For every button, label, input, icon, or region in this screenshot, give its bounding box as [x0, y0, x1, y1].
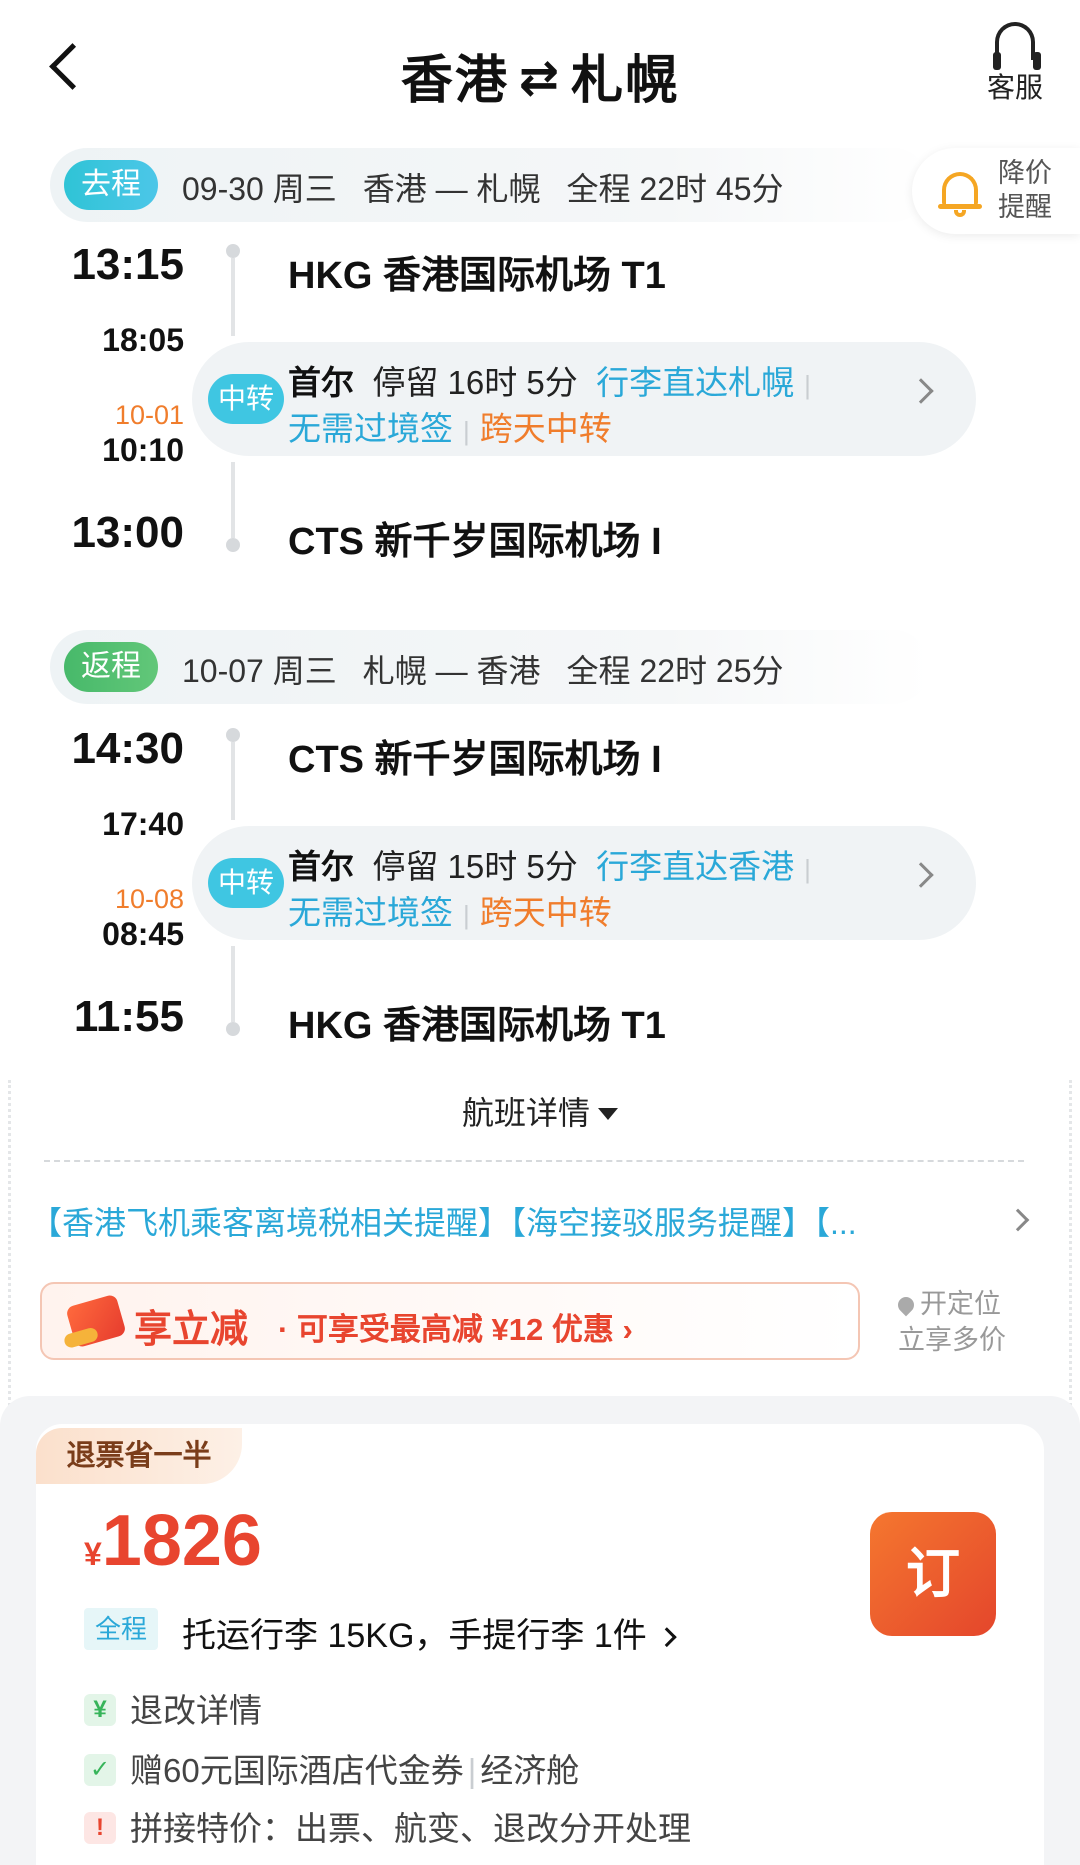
customer-service-label: 客服 — [986, 72, 1043, 103]
outbound-duration: 全程 22时 45分 — [566, 171, 784, 207]
transfer-visa: 无需过境签 — [288, 410, 453, 447]
notice-links[interactable]: 【香港飞机乘客离境税相关提醒】【海空接驳服务提醒】【... — [30, 1198, 857, 1244]
price-amount: 1826 — [101, 1501, 262, 1581]
transfer-baggage: 行李直达香港 — [596, 848, 795, 885]
baggage-info-link[interactable]: 托运行李 15KG，手提行李 1件 — [182, 1608, 677, 1657]
transfer-tag: 中转 — [208, 374, 284, 424]
outbound-depart-time: 13:15 — [71, 240, 184, 289]
timeline-dot — [226, 728, 240, 742]
chevron-right-icon — [908, 862, 934, 888]
outbound-arrive-airport: CTS 新千岁国际机场 I — [288, 521, 662, 563]
return-depart-airport: CTS 新千岁国际机场 I — [288, 739, 662, 781]
divider: | — [463, 416, 470, 446]
divider: | — [804, 370, 811, 400]
outbound-summary: 09-30 周三 香港 — 札幌 全程 22时 45分 — [182, 164, 784, 210]
caret-down-icon — [598, 1108, 618, 1120]
price-alert-button[interactable]: 降价 提醒 — [912, 148, 1080, 234]
refund-details-link[interactable]: ¥ 退改详情 — [84, 1684, 262, 1732]
cabin-class: 经济舱 — [480, 1752, 580, 1789]
return-arrive-airport: HKG 香港国际机场 T1 — [288, 1005, 666, 1047]
fare-price: ¥1826 — [84, 1500, 262, 1582]
return-arrive-time: 11:55 — [73, 992, 184, 1041]
outbound-transfer-next-date: 10-01 — [114, 400, 184, 430]
flight-details-label: 航班详情 — [461, 1095, 590, 1131]
return-summary: 10-07 周三 札幌 — 香港 全程 22时 25分 — [182, 646, 784, 692]
outbound-depart-airport: HKG 香港国际机场 T1 — [288, 255, 666, 297]
divider: | — [804, 854, 811, 884]
baggage-scope-tag: 全程 — [84, 1608, 158, 1650]
refund-badge: 退票省一半 — [36, 1428, 242, 1484]
divider: | — [463, 900, 470, 930]
page-title: 香港 ⇄ 札幌 — [0, 38, 1080, 113]
bell-icon — [938, 168, 982, 217]
enable-location-button[interactable]: 开定位 立享多价 — [894, 1286, 1006, 1358]
outbound-arrive-time: 13:00 — [71, 508, 184, 557]
outbound-transfer-card[interactable]: 中转 首尔 停留 16时 5分 行李直达札幌 | 无需过境签 | 跨天中转 — [192, 342, 976, 456]
transfer-visa: 无需过境签 — [288, 894, 453, 931]
return-transfer-next-date: 10-08 — [114, 884, 184, 914]
dashed-divider — [44, 1160, 1024, 1162]
timeline-line — [231, 946, 235, 1022]
outbound-route: 香港 — 札幌 — [362, 171, 541, 207]
return-transfer-depart-time: 08:45 — [102, 916, 184, 952]
top-header: 香港 ⇄ 札幌 客服 — [0, 0, 1080, 140]
return-date: 10-07 周三 — [182, 653, 337, 689]
return-route: 札幌 — 香港 — [362, 653, 541, 689]
timeline-line — [231, 462, 235, 538]
chevron-right-icon — [908, 378, 934, 404]
discount-desc: · 可享受最高减 ¥12 优惠 › — [278, 1312, 633, 1347]
hotel-voucher-info: ✓ 赠60元国际酒店代金券 | 经济舱 — [84, 1744, 579, 1792]
timeline-line — [231, 258, 235, 336]
transfer-city: 首尔 — [288, 848, 354, 885]
yen-icon: ¥ — [84, 1694, 116, 1727]
timeline-dot — [226, 244, 240, 258]
instant-discount-banner[interactable]: 享立减 · 可享受最高减 ¥12 优惠 › — [40, 1282, 860, 1360]
warning-icon: ! — [84, 1812, 116, 1845]
combined-fare-notice: ! 拼接特价：出票、航变、退改分开处理 — [84, 1802, 691, 1850]
outbound-transfer-depart-time: 10:10 — [102, 432, 184, 468]
return-transfer-arrive-time: 17:40 — [102, 806, 184, 842]
transfer-city: 首尔 — [288, 364, 354, 401]
outbound-transfer-arrive-time: 18:05 — [102, 322, 184, 358]
outbound-tag: 去程 — [64, 160, 158, 210]
check-icon: ✓ — [84, 1754, 116, 1787]
discount-title: 享立减 — [134, 1309, 249, 1351]
book-button[interactable]: 订 — [870, 1512, 996, 1636]
return-segment-bar: 返程 10-07 周三 札幌 — 香港 全程 22时 25分 — [50, 630, 930, 704]
return-tag: 返程 — [64, 642, 158, 692]
transfer-stay: 停留 16时 5分 — [372, 364, 578, 401]
timeline-dot — [226, 1022, 240, 1036]
timeline-line — [231, 742, 235, 820]
transfer-tag: 中转 — [208, 858, 284, 908]
title-origin: 香港 — [400, 52, 509, 110]
return-depart-time: 14:30 — [71, 724, 184, 773]
customer-service-button[interactable]: 客服 — [972, 22, 1058, 106]
return-transfer-card[interactable]: 中转 首尔 停留 15时 5分 行李直达香港 | 无需过境签 | 跨天中转 — [192, 826, 976, 940]
outbound-segment-bar: 去程 09-30 周三 香港 — 札幌 全程 22时 45分 — [50, 148, 930, 222]
flight-details-toggle[interactable]: 航班详情 — [0, 1088, 1080, 1134]
price-alert-label: 降价 提醒 — [998, 158, 1052, 222]
headset-icon — [993, 22, 1035, 70]
return-duration: 全程 22时 25分 — [566, 653, 784, 689]
transfer-baggage: 行李直达札幌 — [596, 364, 795, 401]
transfer-stay: 停留 15时 5分 — [372, 848, 578, 885]
location-pin-icon — [894, 1293, 918, 1317]
transfer-overnight: 跨天中转 — [479, 410, 612, 447]
chevron-right-icon[interactable] — [1006, 1208, 1030, 1232]
swap-arrows-icon[interactable]: ⇄ — [519, 50, 561, 106]
currency-symbol: ¥ — [84, 1536, 102, 1572]
coupon-icon — [65, 1293, 127, 1349]
transfer-overnight: 跨天中转 — [479, 894, 612, 931]
title-destination: 札幌 — [571, 52, 680, 110]
timeline-dot — [226, 538, 240, 552]
outbound-date: 09-30 周三 — [182, 171, 337, 207]
